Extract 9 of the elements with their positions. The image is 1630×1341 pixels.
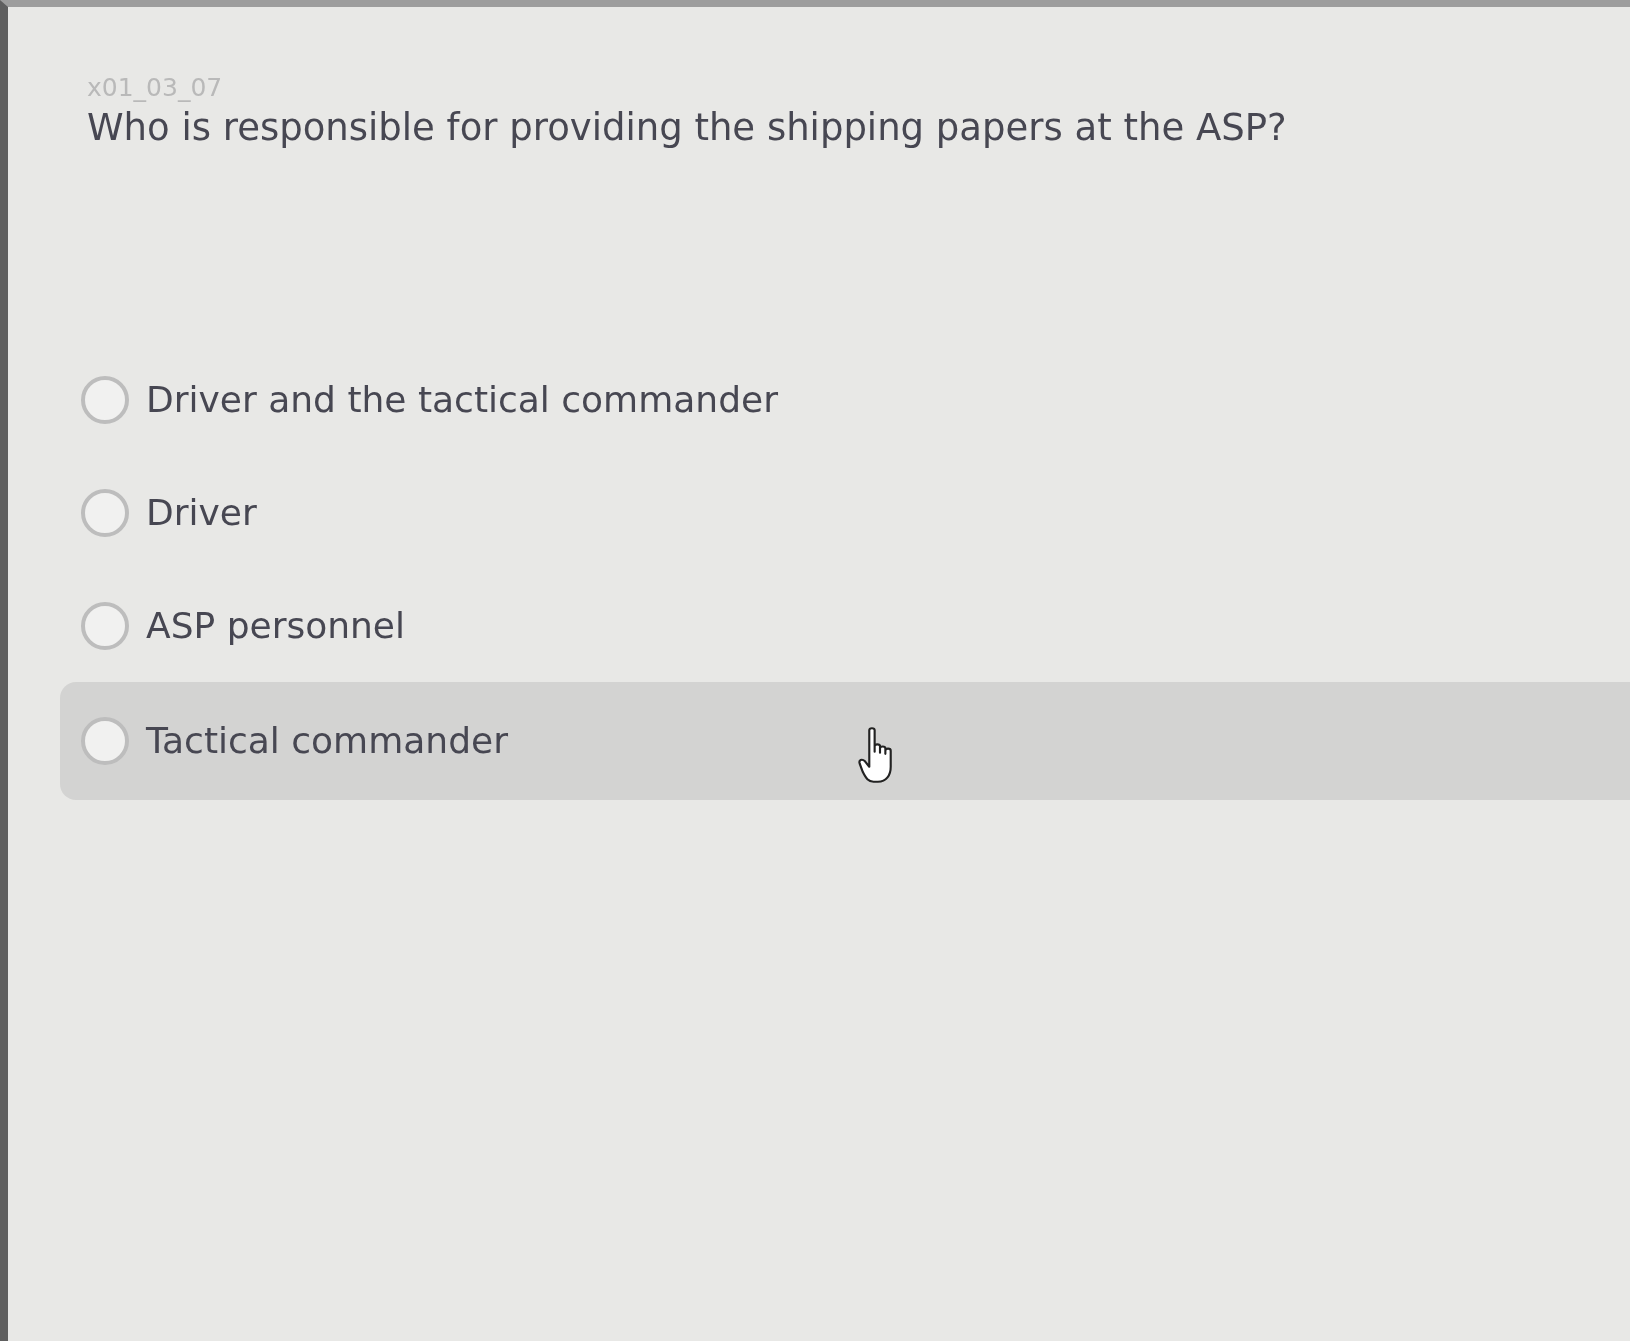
radio-button[interactable] bbox=[81, 488, 129, 537]
answer-option[interactable]: Tactical commander bbox=[81, 717, 508, 765]
answer-option[interactable]: ASP personnel bbox=[81, 601, 405, 650]
radio-button[interactable] bbox=[81, 375, 129, 424]
answer-option[interactable]: Driver bbox=[81, 488, 257, 537]
question-text: Who is responsible for providing the shipping papers at the ASP? bbox=[87, 105, 1287, 151]
radio-button[interactable] bbox=[81, 601, 129, 650]
radio-button[interactable] bbox=[81, 717, 129, 765]
answer-option[interactable]: Driver and the tactical commander bbox=[81, 375, 778, 424]
